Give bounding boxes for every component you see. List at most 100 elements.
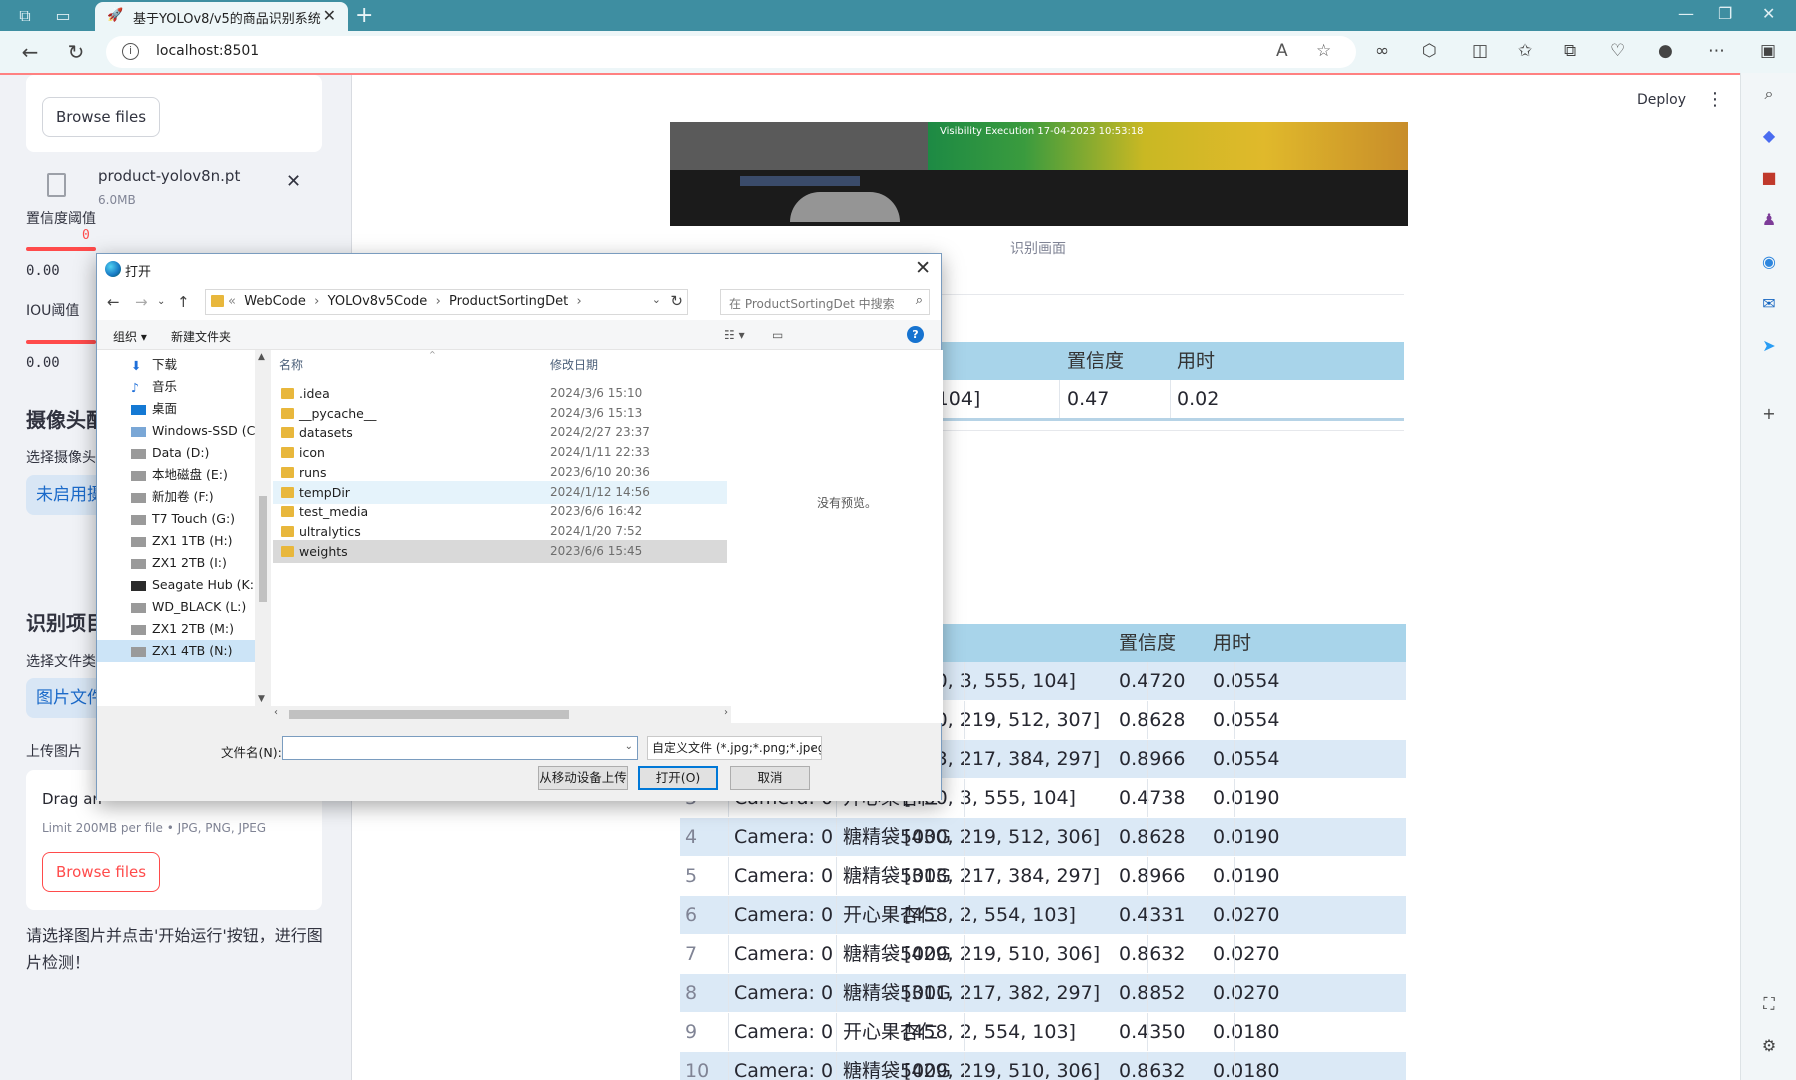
view-options-icon[interactable]: ☷ ▾ — [724, 328, 745, 342]
tree-item[interactable]: 新加卷 (F:) — [131, 486, 255, 508]
sidebar-toggle-icon[interactable]: ▣ — [1760, 41, 1776, 61]
settings-more-icon[interactable]: ⋯ — [1708, 41, 1725, 61]
cell-separator — [1234, 740, 1235, 778]
cell-separator — [836, 1052, 837, 1080]
copilot-icon[interactable]: ∞ — [1375, 41, 1389, 61]
recent-locations-icon[interactable]: ⌄ — [157, 296, 165, 307]
tree-item[interactable]: ZX1 4TB (N:) — [97, 640, 255, 662]
dialog-search-input[interactable]: 在 ProductSortingDet 中搜索 ⌕ — [720, 289, 930, 315]
tree-item[interactable]: ZX1 1TB (H:) — [131, 530, 255, 552]
tab-close-icon[interactable]: ✕ — [323, 6, 336, 25]
filename-input[interactable]: ⌄ — [282, 736, 638, 760]
copilot-sidebar-icon[interactable]: ◉ — [1758, 251, 1780, 273]
image-browse-button[interactable]: Browse files — [42, 852, 161, 892]
sidebar-settings-icon[interactable]: ⚙ — [1758, 1035, 1780, 1057]
scroll-up-icon[interactable]: ▲ — [258, 352, 265, 362]
add-sidebar-app-icon[interactable]: + — [1758, 403, 1780, 425]
folder-icon — [281, 525, 294, 537]
crumb-webcode[interactable]: WebCode — [244, 294, 306, 309]
file-type-filter[interactable]: 自定义文件 (*.jpg;*.png;*.jpeg ⌄ — [647, 736, 822, 760]
dialog-forward-icon[interactable]: → — [135, 293, 148, 311]
iou-slider[interactable] — [26, 340, 96, 344]
cancel-button[interactable]: 取消 — [730, 766, 810, 790]
help-icon[interactable]: ? — [907, 326, 924, 343]
tree-item[interactable]: ZX1 2TB (I:) — [131, 552, 255, 574]
cell-separator — [1147, 818, 1148, 856]
favorite-star-icon[interactable]: ☆ — [1316, 41, 1331, 61]
screenshot-icon[interactable]: ⛶ — [1758, 993, 1780, 1015]
deploy-button[interactable]: Deploy — [1637, 92, 1686, 108]
tree-item[interactable]: WD_BLACK (L:) — [131, 596, 255, 618]
row-time: 0.0180 — [1213, 1060, 1280, 1080]
tree-item[interactable]: 桌面 — [131, 398, 255, 420]
file-date: 2024/1/11 22:33 — [550, 445, 650, 460]
collections-icon[interactable]: ⧉ — [1564, 41, 1576, 61]
new-folder-button[interactable]: 新建文件夹 — [171, 328, 231, 345]
dialog-back-icon[interactable]: ← — [107, 293, 120, 311]
upload-from-mobile-button[interactable]: 从移动设备上传 — [538, 766, 628, 790]
read-aloud-icon[interactable]: A — [1276, 41, 1288, 61]
main-menu-icon[interactable]: ⋮ — [1706, 89, 1724, 110]
dialog-close-icon[interactable]: ✕ — [915, 257, 931, 279]
browser-tab-active[interactable]: 🚀 基于YOLOv8/v5的商品识别系统 ✕ — [95, 2, 348, 31]
browser-tabbar: ⧉ ▭ 🚀 基于YOLOv8/v5的商品识别系统 ✕ + — ❐ ✕ — [0, 0, 1796, 31]
file-list-hscrollbar[interactable]: ‹ › — [271, 706, 731, 723]
preview-pane-icon[interactable]: ▭ — [772, 328, 783, 342]
chevron-down-icon[interactable]: ⌄ — [625, 741, 633, 752]
tree-scrollbar[interactable]: ▲ ▼ — [255, 350, 271, 706]
tree-item[interactable]: 本地磁盘 (E:) — [131, 464, 255, 486]
tab-actions-icon[interactable]: ▭ — [50, 4, 76, 28]
site-info-icon[interactable]: i — [122, 43, 139, 60]
restore-icon[interactable]: ❐ — [1718, 4, 1732, 23]
workspaces-icon[interactable]: ⧉ — [12, 4, 38, 28]
extensions-icon[interactable]: ⬡ — [1422, 41, 1437, 61]
row-confidence: 0.4738 — [1119, 787, 1186, 809]
dialog-up-icon[interactable]: ↑ — [177, 293, 190, 311]
reload-icon[interactable]: ↻ — [62, 39, 90, 65]
tag-icon[interactable]: ◆ — [1758, 125, 1780, 147]
refresh-icon[interactable]: ↻ — [670, 292, 683, 310]
scroll-down-icon[interactable]: ▼ — [258, 694, 265, 704]
tree-item[interactable]: Data (D:) — [131, 442, 255, 464]
profile-avatar-icon[interactable]: ● — [1658, 41, 1673, 61]
tree-item[interactable]: T7 Touch (G:) — [131, 508, 255, 530]
col-date-header[interactable]: 修改日期 — [550, 356, 598, 373]
cell-separator — [728, 935, 729, 973]
tree-item[interactable]: ⬇ 下载 — [131, 354, 255, 376]
file-row[interactable]: weights 2023/6/6 15:45 — [273, 539, 727, 563]
scroll-thumb[interactable] — [259, 496, 267, 602]
hscroll-thumb[interactable] — [289, 710, 569, 719]
crumb-yolov8v5code[interactable]: YOLOv8v5Code — [328, 294, 428, 309]
organize-button[interactable]: 组织 ▾ — [113, 328, 147, 345]
remove-file-icon[interactable]: ✕ — [286, 171, 301, 192]
crumb-productsortingdet[interactable]: ProductSortingDet — [449, 294, 568, 309]
row-position: [313, 217, 384, 297] — [904, 865, 1101, 887]
open-button[interactable]: 打开(O) — [638, 766, 718, 790]
split-screen-icon[interactable]: ◫ — [1472, 41, 1488, 61]
outlook-icon[interactable]: ✉ — [1758, 293, 1780, 315]
drive-icon — [131, 602, 146, 613]
search-icon[interactable]: ⌕ — [1758, 83, 1780, 105]
scroll-right-icon[interactable]: › — [724, 707, 728, 718]
path-breadcrumb[interactable]: « WebCode › YOLOv8v5Code › ProductSortin… — [205, 289, 688, 315]
tree-item[interactable]: ♪ 音乐 — [131, 376, 255, 398]
back-icon[interactable]: ← — [16, 39, 44, 65]
tree-item[interactable]: Windows-SSD (C — [131, 420, 255, 442]
col-name-header[interactable]: 名称 — [279, 356, 303, 373]
new-tab-icon[interactable]: + — [355, 3, 373, 28]
browser-essentials-icon[interactable]: ♡ — [1610, 41, 1625, 61]
conf-slider[interactable] — [26, 247, 96, 251]
tree-item[interactable]: Seagate Hub (K: — [131, 574, 255, 596]
favorites-icon[interactable]: ✩ — [1518, 41, 1532, 61]
scroll-left-icon[interactable]: ‹ — [274, 707, 278, 718]
toolbox-icon[interactable]: ■ — [1758, 167, 1780, 189]
chevron-down-icon[interactable]: ⌄ — [652, 293, 661, 306]
games-icon[interactable]: ♟ — [1758, 209, 1780, 231]
model-browse-button[interactable]: Browse files — [42, 97, 161, 137]
tree-item[interactable]: ZX1 2TB (M:) — [131, 618, 255, 640]
window-close-icon[interactable]: ✕ — [1762, 4, 1775, 23]
url-field[interactable]: i localhost:8501 A ☆ — [106, 36, 1356, 68]
minimize-icon[interactable]: — — [1678, 4, 1694, 23]
row-confidence: 0.8632 — [1119, 943, 1186, 965]
send-icon[interactable]: ➤ — [1758, 335, 1780, 357]
